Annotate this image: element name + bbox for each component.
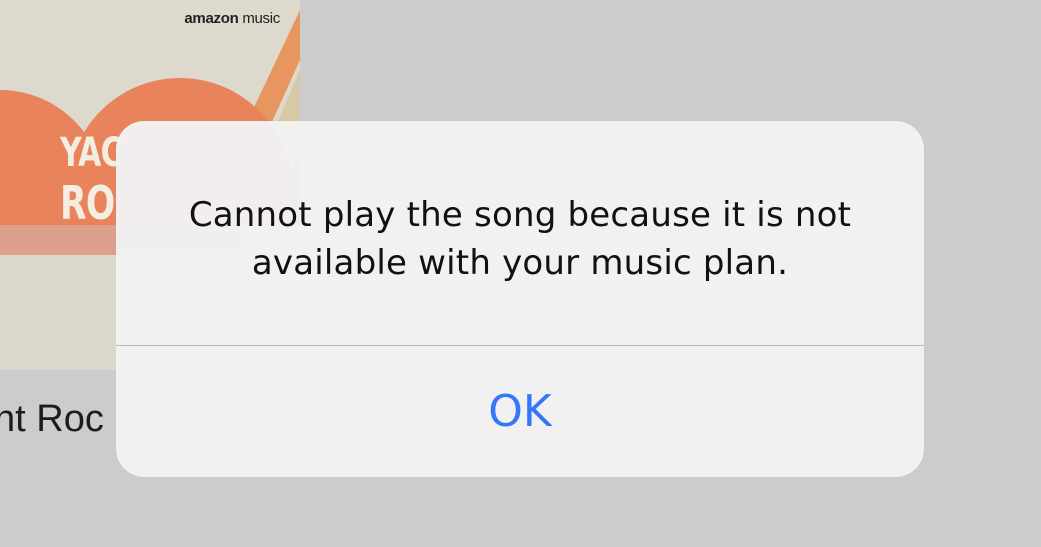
alert-dialog: Cannot play the song because it is not a… (116, 121, 924, 477)
ok-button[interactable]: OK (116, 346, 924, 477)
screen: amazon music YAC RO nt Roc Cannot play t… (0, 0, 1041, 547)
amazon-music-logo: amazon music (184, 10, 280, 27)
artwork-text-line-1: YAC (60, 130, 123, 176)
artwork-text-line-2: RO (60, 176, 115, 230)
alert-message: Cannot play the song because it is not a… (188, 195, 852, 283)
album-title[interactable]: nt Roc (0, 398, 104, 441)
